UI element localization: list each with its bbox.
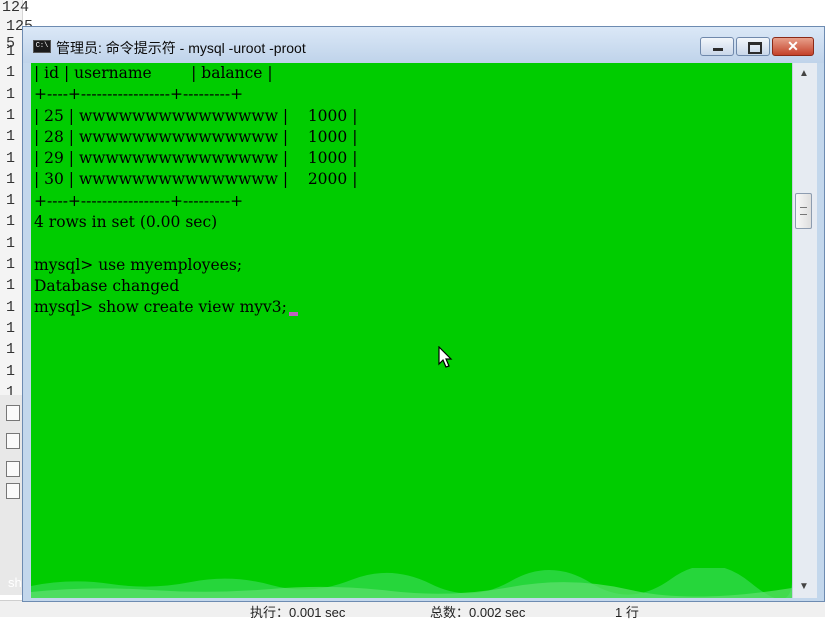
editor-status-bar: 执行：0.001 sec 总数：0.002 sec 1 行 [0, 600, 825, 620]
line-number: 1 [6, 106, 16, 124]
console-line: mysql> use myemployees; [34, 255, 243, 274]
line-number: 1 [6, 256, 16, 273]
window-title: 管理员: 命令提示符 - mysql -uroot -proot [56, 40, 306, 56]
close-button[interactable]: ✕ [772, 37, 814, 56]
console-line: +----+-----------------+---------+ [34, 85, 244, 104]
console-output[interactable]: | id | username | balance | +----+-------… [31, 63, 792, 598]
line-number: 1 [6, 43, 16, 60]
line-number: 1 [6, 234, 16, 252]
line-number: 1 [6, 213, 16, 231]
console-text: | id | username | balance | +----+-------… [34, 63, 357, 319]
scroll-down-arrow-icon[interactable]: ▼ [796, 579, 812, 595]
line-number: 1 [6, 64, 16, 82]
console-line: mysql> show create view myv3; [34, 297, 357, 318]
toolbar-doc-icon[interactable] [6, 405, 20, 421]
console-line: | 29 | wwwwwwwwwwwwwww | 1000 | [34, 149, 358, 168]
console-line: +----+-----------------+---------+ [34, 191, 244, 210]
console-scrollbar[interactable]: ▲ ▼ [792, 63, 817, 598]
status-row-count: 1 行 [615, 605, 639, 620]
editor-side-toolbar: sh [0, 395, 23, 595]
toolbar-arrow-icon[interactable] [6, 433, 20, 449]
cmd-window[interactable]: C:\ 管理员: 命令提示符 - mysql -uroot -proot ✕ |… [22, 26, 825, 602]
line-number: 1 [6, 85, 16, 103]
status-total-time: 总数：0.002 sec [430, 605, 526, 620]
status-exec-time: 执行：0.001 sec [250, 605, 346, 620]
line-number: 1 [6, 277, 16, 295]
console-line: | 30 | wwwwwwwwwwwwwww | 2000 | [34, 170, 358, 189]
line-number-gutter: 124 125 5 / 11111111111111111 [0, 0, 33, 400]
line-number: 1 [6, 170, 16, 188]
side-tab-label[interactable]: sh [8, 575, 22, 590]
text-cursor [288, 312, 298, 317]
console-line: Database changed [34, 276, 180, 295]
line-number: 1 [6, 192, 16, 210]
close-icon: ✕ [787, 38, 799, 54]
grass-decoration [31, 568, 792, 598]
mouse-pointer-icon [438, 346, 453, 368]
line-number: 1 [6, 319, 16, 337]
line-number: 1 [6, 362, 16, 380]
scroll-up-arrow-icon[interactable]: ▲ [796, 66, 812, 82]
scroll-thumb[interactable] [795, 193, 812, 229]
line-number: 1 [6, 341, 16, 359]
console-line: | 25 | wwwwwwwwwwwwwww | 1000 | [34, 106, 358, 125]
console-line: | 28 | wwwwwwwwwwwwwww | 1000 | [34, 127, 358, 146]
line-number-top: 124 [2, 0, 30, 16]
line-number: 1 [6, 149, 16, 167]
maximize-button[interactable] [736, 37, 770, 56]
line-number: 1 [6, 298, 16, 316]
console-line: | id | username | balance | [34, 64, 273, 82]
line-number: 1 [6, 128, 16, 146]
minimize-button[interactable] [700, 37, 734, 56]
toolbar-page2-icon[interactable] [6, 483, 20, 499]
console-line: 4 rows in set (0.00 sec) [34, 213, 218, 232]
console-app-icon: C:\ [33, 40, 51, 53]
toolbar-page-icon[interactable] [6, 461, 20, 477]
window-titlebar[interactable]: C:\ 管理员: 命令提示符 - mysql -uroot -proot ✕ [23, 27, 824, 63]
